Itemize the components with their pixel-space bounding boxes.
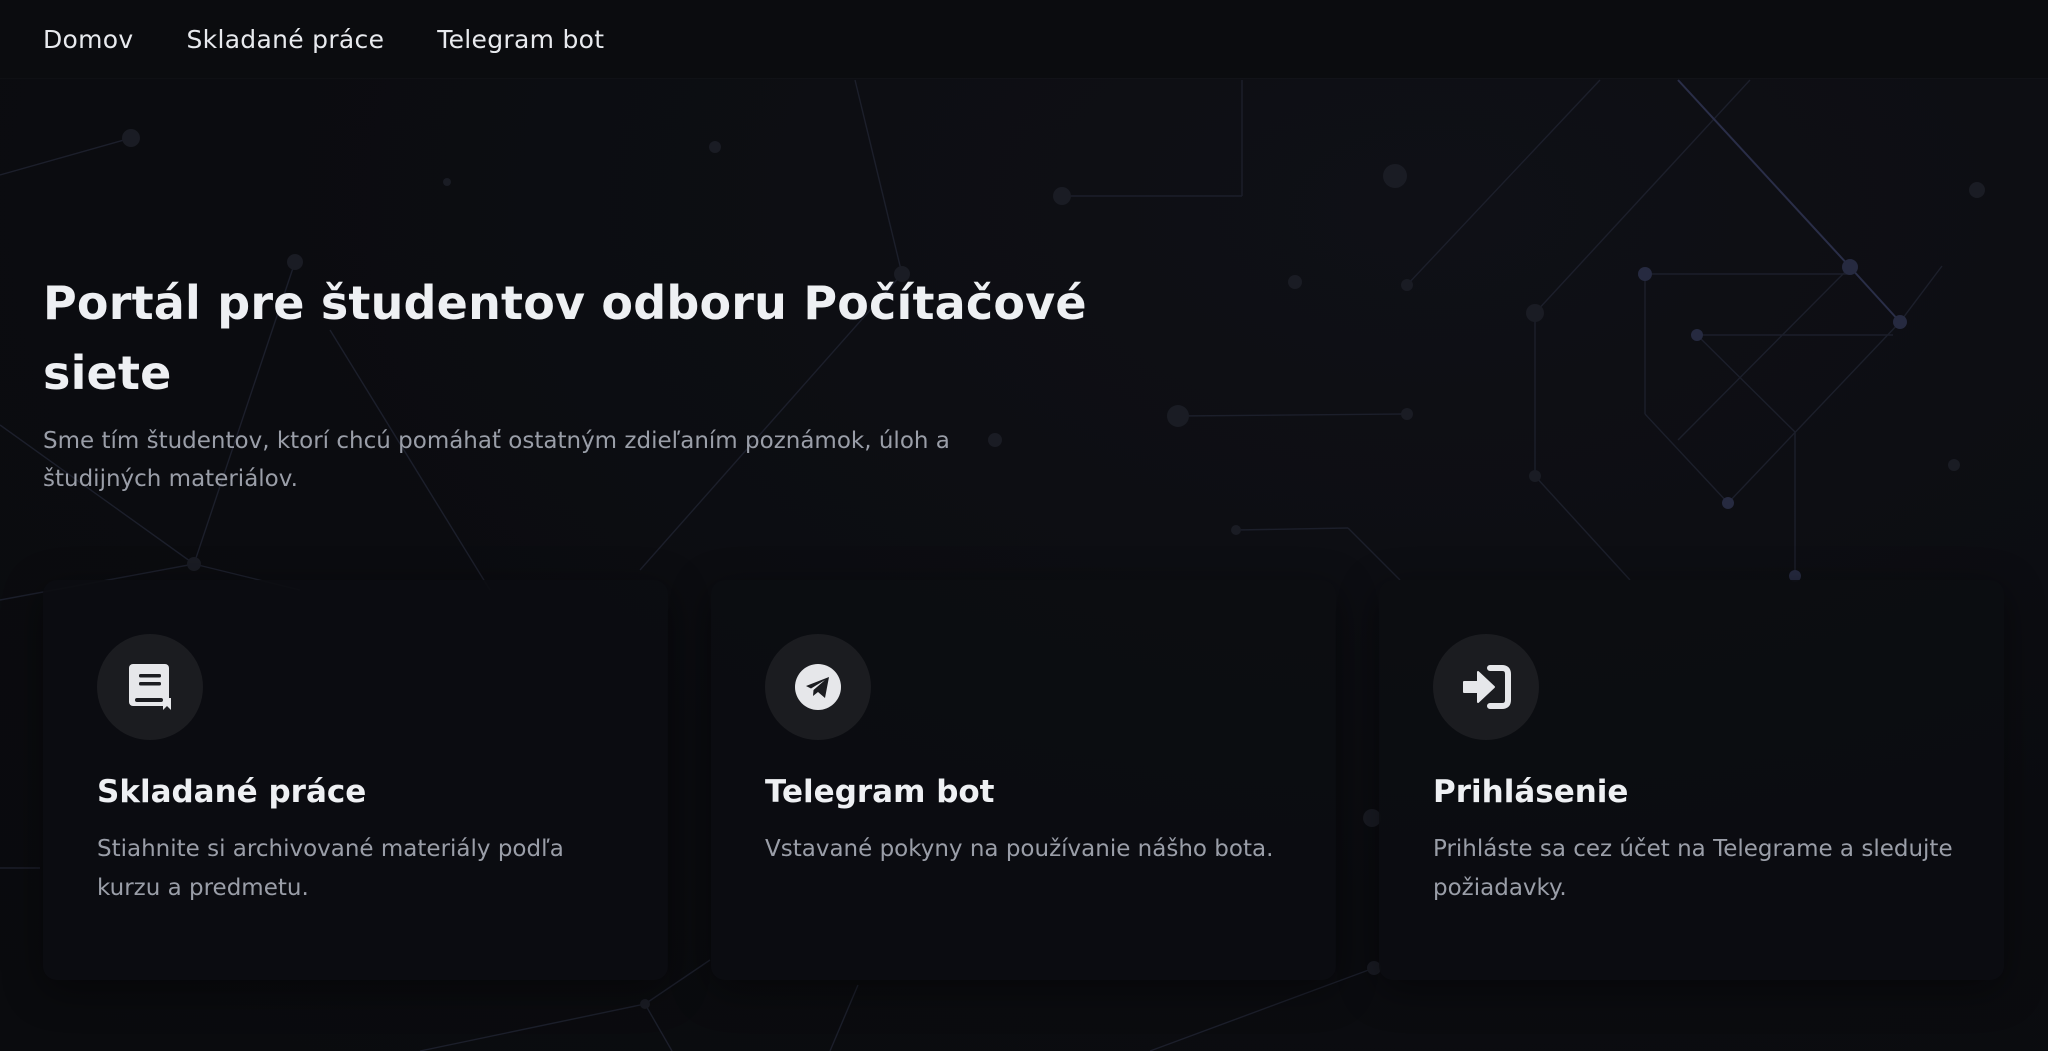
page-title: Portál pre študentov odboru Počítačové s… [43, 276, 1087, 400]
nav-link-telegram-bot[interactable]: Telegram bot [437, 25, 604, 54]
top-navigation: Domov Skladané práce Telegram bot [0, 0, 2048, 78]
card-description: Stiahnite si archivované materiály podľa… [97, 836, 564, 901]
card-icon-circle [765, 634, 871, 740]
card-icon-circle [97, 634, 203, 740]
feature-cards: Skladané práce Stiahnite si archivované … [43, 580, 2004, 980]
card-prihlasenie[interactable]: Prihlásenie Prihláste sa cez účet na Tel… [1379, 580, 2004, 980]
page: Domov Skladané práce Telegram bot Portál… [0, 0, 2048, 1051]
hero-section: Portál pre študentov odboru Počítačové s… [43, 268, 1143, 498]
nav-link-skladane-prace[interactable]: Skladané práce [187, 25, 385, 54]
card-title: Prihlásenie [1433, 774, 1629, 810]
nav-link-domov[interactable]: Domov [43, 25, 134, 54]
telegram-icon [795, 664, 841, 710]
card-telegram-bot[interactable]: Telegram bot Vstavané pokyny na používan… [711, 580, 1336, 980]
card-title: Skladané práce [97, 774, 367, 810]
card-title: Telegram bot [765, 774, 995, 810]
card-description: Prihláste sa cez účet na Telegrame a sle… [1433, 836, 1953, 901]
book-icon [129, 664, 171, 710]
hero-subtitle: Sme tím študentov, ktorí chcú pomáhať os… [43, 428, 950, 492]
card-skladane-prace[interactable]: Skladané práce Stiahnite si archivované … [43, 580, 668, 980]
card-description: Vstavané pokyny na používanie nášho bota… [765, 836, 1274, 862]
card-icon-circle [1433, 634, 1539, 740]
sign-in-icon [1463, 665, 1511, 709]
